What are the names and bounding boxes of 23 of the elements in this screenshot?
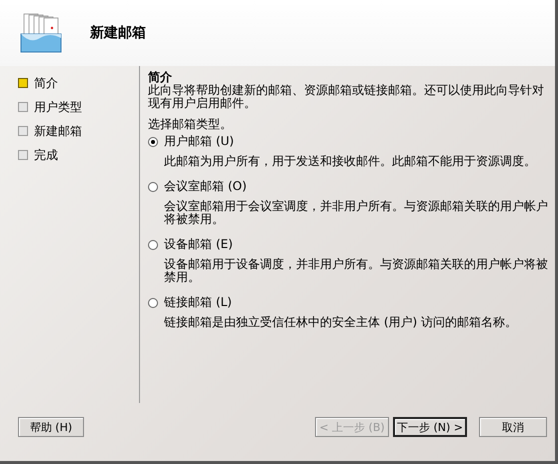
option-label[interactable]: 设备邮箱 (E) (164, 236, 233, 253)
step-label: 新建邮箱 (34, 122, 82, 140)
step-label: 完成 (34, 146, 58, 164)
wizard-button[interactable]: 取消 (479, 417, 547, 437)
intro-text: 此向导将帮助创建新的邮箱、资源邮箱或链接邮箱。还可以使用此向导针对现有用户启用邮件。 (148, 84, 545, 110)
option-label[interactable]: 会议室邮箱 (O) (164, 178, 247, 195)
wizard-title: 新建邮箱 (90, 24, 146, 42)
radio-button[interactable] (148, 298, 158, 308)
section-title: 简介 (148, 70, 173, 84)
prompt-text: 选择邮箱类型。 (148, 118, 233, 131)
wizard-button[interactable]: 下一步 (N) > (393, 417, 467, 437)
step-label: 简介 (34, 74, 58, 92)
radio-button[interactable] (148, 182, 158, 192)
step-label: 用户类型 (34, 98, 82, 116)
help-button[interactable]: 帮助 (H) (18, 417, 84, 437)
radio-button[interactable] (148, 240, 158, 250)
option-label[interactable]: 用户邮箱 (U) (164, 133, 234, 150)
option-description: 设备邮箱用于设备调度，并非用户所有。与资源邮箱关联的用户帐户将被禁用。 (164, 258, 549, 284)
option-label[interactable]: 链接邮箱 (L) (164, 294, 232, 311)
option-description: 链接邮箱是由独立受信任林中的安全主体 (用户) 访问的邮箱名称。 (164, 316, 518, 329)
option-description: 会议室邮箱用于会议室调度，并非用户所有。与资源邮箱关联的用户帐户将被禁用。 (164, 200, 549, 226)
radio-button[interactable] (148, 136, 158, 146)
option-description: 此邮箱为用户所有，用于发送和接收邮件。此邮箱不能用于资源调度。 (164, 155, 537, 168)
